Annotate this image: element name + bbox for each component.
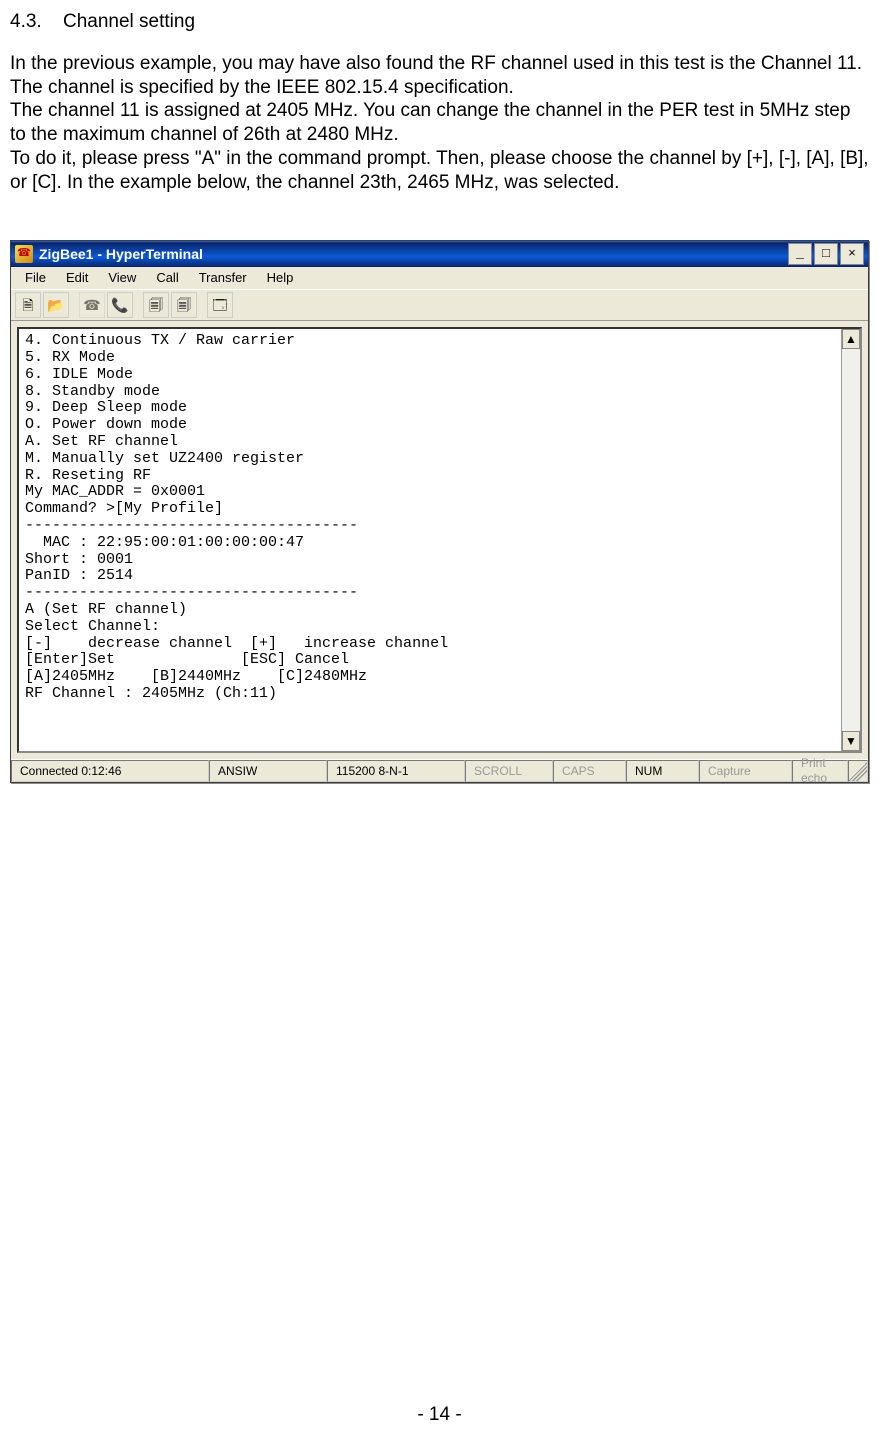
status-bar: Connected 0:12:46 ANSIW 115200 8-N-1 SCR…	[11, 759, 868, 782]
terminal-line: 5. RX Mode	[25, 350, 836, 367]
terminal-line: 9. Deep Sleep mode	[25, 400, 836, 417]
terminal-area[interactable]: 4. Continuous TX / Raw carrier5. RX Mode…	[17, 327, 862, 753]
paragraph-1: In the previous example, you may have al…	[10, 52, 869, 100]
hangup-icon[interactable]: 📞	[107, 292, 133, 318]
terminal-line: [A]2405MHz [B]2440MHz [C]2480MHz	[25, 669, 836, 686]
send-icon[interactable]: 🗐	[143, 292, 169, 318]
maximize-button[interactable]: □	[814, 243, 838, 265]
minimize-button[interactable]: _	[788, 243, 812, 265]
open-icon[interactable]: 📂	[43, 292, 69, 318]
app-icon: ☎	[15, 245, 33, 263]
terminal-line: My MAC_ADDR = 0x0001	[25, 484, 836, 501]
paragraph-2: The channel 11 is assigned at 2405 MHz. …	[10, 99, 869, 147]
terminal-line: 4. Continuous TX / Raw carrier	[25, 333, 836, 350]
paragraph-3: To do it, please press "A" in the comman…	[10, 147, 869, 195]
status-emulation: ANSIW	[209, 760, 327, 782]
properties-icon[interactable]: 🗔	[207, 292, 233, 318]
terminal-line: Short : 0001	[25, 552, 836, 569]
menu-transfer[interactable]: Transfer	[189, 268, 257, 288]
menu-help[interactable]: Help	[257, 268, 304, 288]
terminal-line: Command? >[My Profile]	[25, 501, 836, 518]
terminal-line: RF Channel : 2405MHz (Ch:11)	[25, 686, 836, 703]
terminal-line: 8. Standby mode	[25, 384, 836, 401]
status-num: NUM	[626, 760, 699, 782]
menu-view[interactable]: View	[98, 268, 146, 288]
terminal-wrap: 4. Continuous TX / Raw carrier5. RX Mode…	[11, 321, 868, 759]
terminal-line: A (Set RF channel)	[25, 602, 836, 619]
terminal-line: -------------------------------------	[25, 585, 836, 602]
status-echo: Print echo	[792, 760, 848, 782]
menu-file[interactable]: File	[15, 268, 56, 288]
page-number: - 14 -	[10, 1403, 869, 1427]
window-controls: _ □ ×	[788, 243, 866, 265]
status-connection: Connected 0:12:46	[11, 760, 209, 782]
scrollbar[interactable]: ▲ ▼	[841, 329, 860, 751]
receive-icon[interactable]: 🗐	[171, 292, 197, 318]
toolbar: 🗎 📂 ☎ 📞 🗐 🗐 🗔	[11, 289, 868, 321]
status-capture: Capture	[699, 760, 792, 782]
terminal-line: MAC : 22:95:00:01:00:00:00:47	[25, 535, 836, 552]
terminal-line: R. Reseting RF	[25, 468, 836, 485]
window-title: ZigBee1 - HyperTerminal	[39, 246, 788, 264]
section-number: 4.3.	[10, 11, 42, 32]
new-doc-icon[interactable]: 🗎	[15, 292, 41, 318]
terminal-line: M. Manually set UZ2400 register	[25, 451, 836, 468]
terminal-line: 6. IDLE Mode	[25, 367, 836, 384]
terminal-line: Select Channel:	[25, 619, 836, 636]
section-title: Channel setting	[63, 11, 195, 32]
terminal-line: PanID : 2514	[25, 568, 836, 585]
terminal-line: [-] decrease channel [+] increase channe…	[25, 636, 836, 653]
scroll-track[interactable]	[842, 349, 860, 731]
terminal-line: A. Set RF channel	[25, 434, 836, 451]
status-port: 115200 8-N-1	[327, 760, 465, 782]
scroll-down-icon[interactable]: ▼	[842, 731, 860, 751]
section-heading: 4.3. Channel setting	[10, 10, 869, 34]
title-bar: ☎ ZigBee1 - HyperTerminal _ □ ×	[11, 241, 868, 267]
close-button[interactable]: ×	[840, 243, 864, 265]
terminal-line: [Enter]Set [ESC] Cancel	[25, 652, 836, 669]
resize-grip-icon[interactable]	[848, 760, 868, 782]
menu-edit[interactable]: Edit	[56, 268, 98, 288]
status-caps: CAPS	[553, 760, 626, 782]
menu-call[interactable]: Call	[146, 268, 188, 288]
terminal-line: O. Power down mode	[25, 417, 836, 434]
menu-bar: File Edit View Call Transfer Help	[11, 267, 868, 289]
terminal-content[interactable]: 4. Continuous TX / Raw carrier5. RX Mode…	[19, 329, 842, 751]
scroll-up-icon[interactable]: ▲	[842, 329, 860, 349]
hyperterminal-window: ☎ ZigBee1 - HyperTerminal _ □ × File Edi…	[10, 240, 869, 783]
phone-icon[interactable]: ☎	[79, 292, 105, 318]
status-scroll: SCROLL	[465, 760, 553, 782]
terminal-line: -------------------------------------	[25, 518, 836, 535]
